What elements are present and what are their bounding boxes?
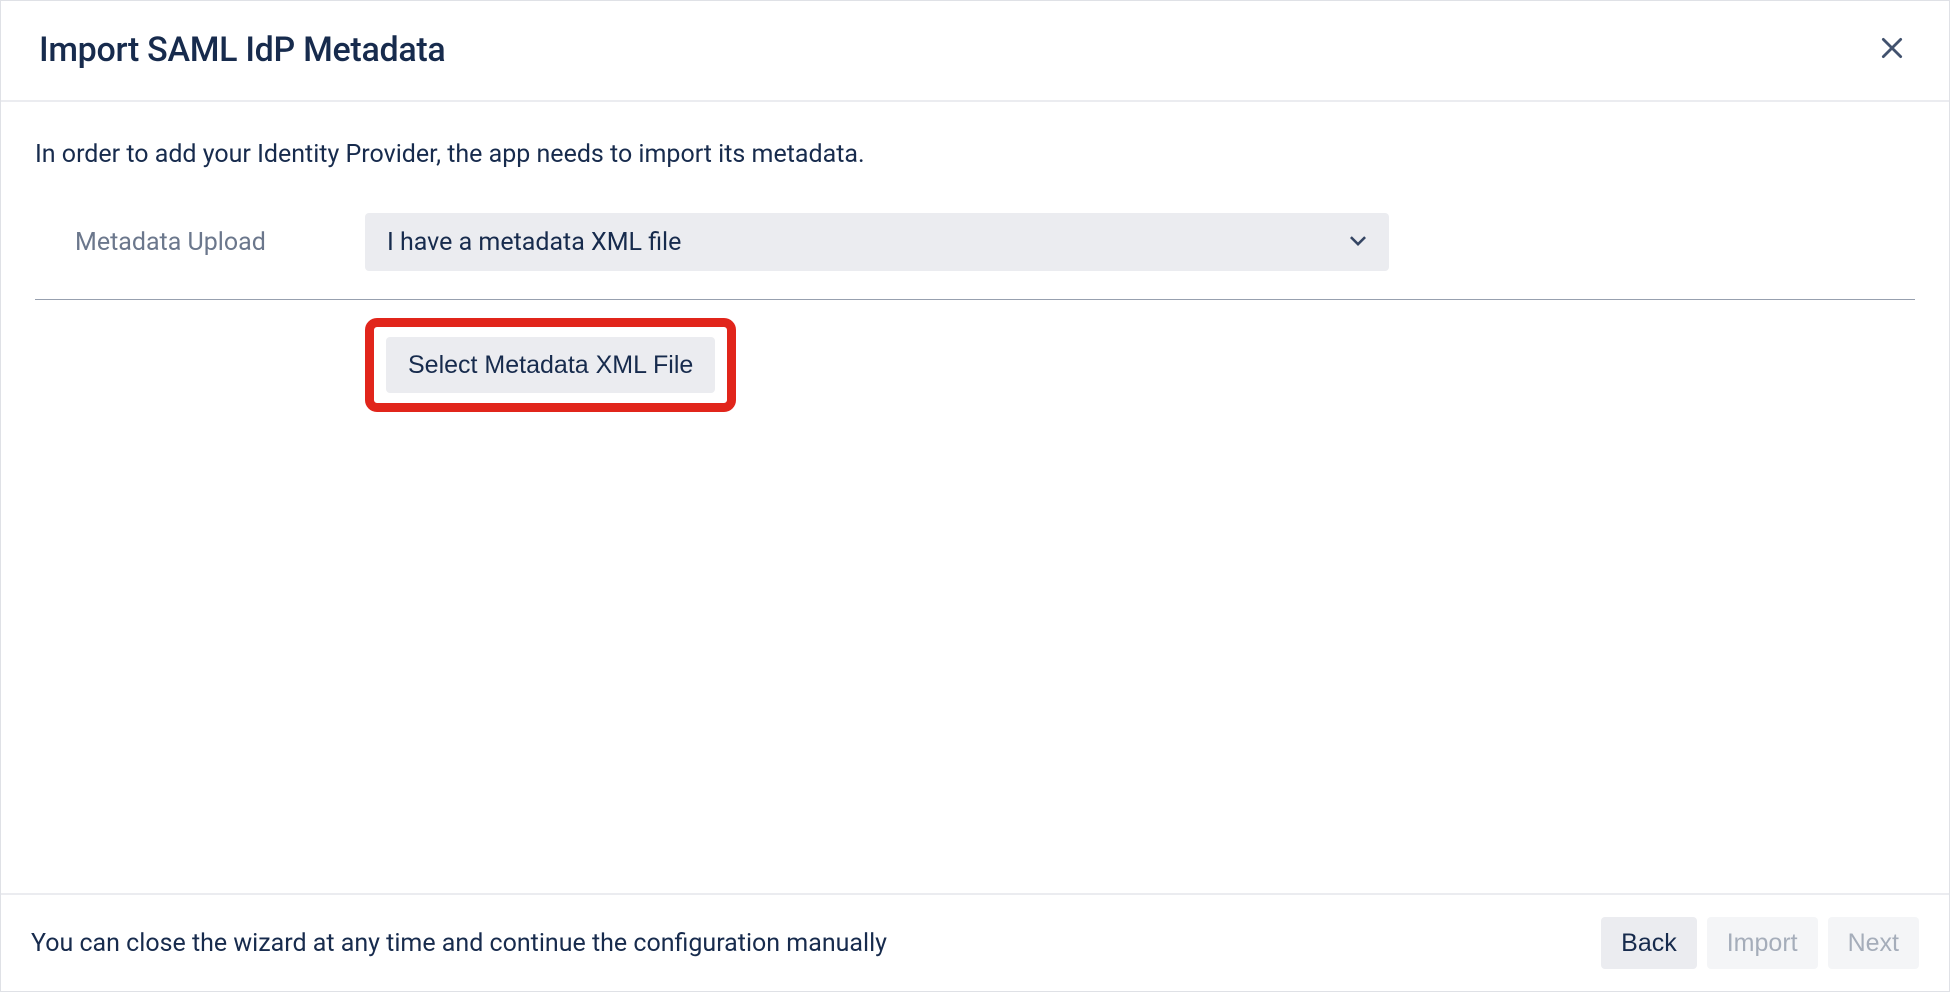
close-button[interactable] bbox=[1873, 29, 1911, 70]
metadata-upload-label: Metadata Upload bbox=[35, 228, 327, 257]
metadata-upload-value: I have a metadata XML file bbox=[387, 228, 681, 257]
back-button[interactable]: Back bbox=[1601, 917, 1697, 969]
dialog-title: Import SAML IdP Metadata bbox=[39, 30, 445, 70]
close-icon bbox=[1879, 35, 1905, 64]
file-select-row: Select Metadata XML File bbox=[35, 300, 1915, 412]
next-button[interactable]: Next bbox=[1828, 917, 1919, 969]
dialog-header: Import SAML IdP Metadata bbox=[1, 1, 1949, 102]
import-saml-dialog: Import SAML IdP Metadata In order to add… bbox=[0, 0, 1950, 992]
footer-buttons: Back Import Next bbox=[1601, 917, 1919, 969]
import-button[interactable]: Import bbox=[1707, 917, 1818, 969]
select-metadata-file-button[interactable]: Select Metadata XML File bbox=[386, 337, 715, 393]
metadata-upload-row: Metadata Upload I have a metadata XML fi… bbox=[35, 213, 1915, 300]
metadata-upload-select[interactable]: I have a metadata XML file bbox=[365, 213, 1389, 271]
footer-hint: You can close the wizard at any time and… bbox=[31, 929, 887, 958]
metadata-upload-select-wrap: I have a metadata XML file bbox=[365, 213, 1389, 271]
highlight-annotation: Select Metadata XML File bbox=[365, 318, 736, 412]
chevron-down-icon bbox=[1349, 233, 1367, 252]
dialog-footer: You can close the wizard at any time and… bbox=[1, 893, 1949, 991]
instruction-text: In order to add your Identity Provider, … bbox=[35, 140, 1915, 169]
dialog-body: In order to add your Identity Provider, … bbox=[1, 102, 1949, 893]
